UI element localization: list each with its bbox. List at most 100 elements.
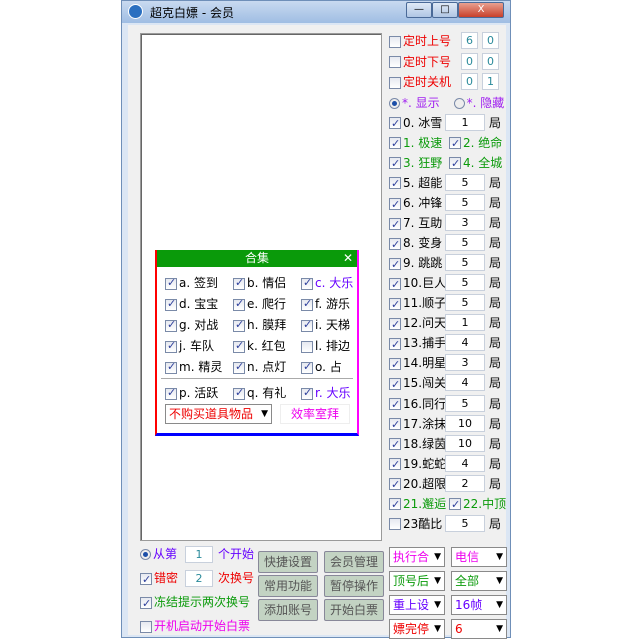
collection-checkbox[interactable] [233, 276, 245, 290]
mode-checkbox[interactable] [389, 396, 401, 414]
rounds-input[interactable]: 2 [445, 474, 485, 492]
collection-checkbox[interactable] [165, 318, 177, 332]
action-button[interactable]: 暂停操作 [324, 575, 384, 597]
option-select[interactable]: 全部 ▼ [451, 571, 507, 591]
mode-checkbox[interactable] [389, 518, 401, 531]
collection-checkbox[interactable] [165, 297, 177, 311]
mode-checkbox[interactable] [389, 456, 401, 474]
action-button[interactable]: 添加账号 [258, 599, 318, 621]
rounds-input[interactable]: 5 [445, 173, 485, 191]
mode-checkbox[interactable] [389, 436, 401, 454]
rounds-input[interactable]: 5 [445, 514, 485, 532]
collection-checkbox[interactable] [301, 318, 313, 332]
mode-checkbox[interactable] [389, 416, 401, 434]
collection-checkbox[interactable] [301, 276, 313, 290]
efficiency-button[interactable]: 效率室拜 [280, 404, 350, 424]
popup-close-icon[interactable]: ✕ [343, 250, 353, 267]
mode-checkbox[interactable] [389, 496, 401, 514]
collection-checkbox[interactable] [301, 360, 313, 374]
action-button[interactable]: 会员管理 [324, 551, 384, 573]
show-radio[interactable] [389, 97, 400, 109]
purchase-select[interactable]: 不购买道具物品 ▼ [165, 404, 272, 424]
collection-checkbox[interactable] [233, 386, 245, 400]
option-input[interactable]: 1 [185, 546, 213, 563]
collection-checkbox[interactable] [165, 339, 177, 353]
collection-item: h. 膜拜 [233, 316, 286, 333]
action-button[interactable]: 快捷设置 [258, 551, 318, 573]
timer-hour-input[interactable]: 0 [461, 52, 478, 70]
collection-checkbox[interactable] [301, 386, 313, 400]
option-select[interactable]: 重上设 ▼ [389, 595, 445, 615]
mode-checkbox[interactable] [389, 175, 401, 193]
option-checkbox[interactable] [140, 620, 152, 633]
timer-minute-input[interactable]: 1 [482, 73, 499, 90]
timer-minute-input[interactable]: 0 [482, 52, 499, 70]
mode-checkbox[interactable] [389, 115, 401, 133]
collection-checkbox[interactable] [233, 339, 245, 353]
timer-checkbox[interactable] [389, 76, 401, 89]
rounds-input[interactable]: 3 [445, 214, 485, 232]
rounds-input[interactable]: 1 [445, 113, 485, 131]
timer-checkbox[interactable] [389, 56, 401, 68]
mode-checkbox[interactable] [449, 135, 461, 153]
minimize-button[interactable]: — [406, 2, 432, 18]
rounds-input[interactable]: 4 [445, 334, 485, 352]
rounds-input[interactable]: 5 [445, 394, 485, 412]
collection-checkbox[interactable] [165, 276, 177, 290]
mode-checkbox[interactable] [389, 236, 401, 254]
collection-checkbox[interactable] [165, 386, 177, 400]
option-checkbox[interactable] [140, 595, 152, 613]
collection-checkbox[interactable] [233, 297, 245, 311]
chevron-down-icon: ▼ [434, 552, 441, 562]
mode-checkbox[interactable] [389, 356, 401, 374]
option-select-value: 重上设 [393, 598, 430, 612]
option-select[interactable]: 执行合 ▼ [389, 547, 445, 567]
option-select[interactable]: 16帧 ▼ [451, 595, 507, 615]
rounds-input[interactable]: 3 [445, 354, 485, 372]
timer-hour-input[interactable]: 6 [461, 32, 478, 49]
maximize-button[interactable]: □ [432, 2, 458, 18]
mode-checkbox[interactable] [389, 316, 401, 334]
rounds-input[interactable]: 10 [445, 414, 485, 432]
collection-checkbox[interactable] [301, 340, 313, 353]
mode-checkbox[interactable] [449, 155, 461, 173]
mode-checkbox[interactable] [389, 155, 401, 173]
mode-checkbox[interactable] [389, 135, 401, 153]
timer-minute-input[interactable]: 0 [482, 32, 499, 49]
action-button[interactable]: 常用功能 [258, 575, 318, 597]
rounds-input[interactable]: 10 [445, 434, 485, 452]
mode-checkbox[interactable] [389, 376, 401, 394]
timer-hour-input[interactable]: 0 [461, 73, 478, 90]
option-select[interactable]: 6 ▼ [451, 619, 507, 639]
mode-checkbox[interactable] [389, 476, 401, 494]
option-select[interactable]: 电信 ▼ [451, 547, 507, 567]
action-button[interactable]: 开始白票 [324, 599, 384, 621]
rounds-input[interactable]: 5 [445, 294, 485, 312]
close-button[interactable]: X [458, 2, 504, 18]
mode-checkbox[interactable] [449, 496, 461, 514]
collection-checkbox[interactable] [233, 360, 245, 374]
rounds-input[interactable]: 4 [445, 454, 485, 472]
hide-radio[interactable] [453, 97, 465, 109]
mode-checkbox[interactable] [389, 256, 401, 274]
mode-checkbox[interactable] [389, 196, 401, 214]
timer-checkbox[interactable] [389, 35, 401, 48]
option-select[interactable]: 顶号后 ▼ [389, 571, 445, 591]
rounds-input[interactable]: 5 [445, 274, 485, 292]
collection-checkbox[interactable] [165, 360, 177, 374]
rounds-input[interactable]: 1 [445, 314, 485, 332]
mode-checkbox[interactable] [389, 296, 401, 314]
rounds-input[interactable]: 5 [445, 234, 485, 252]
rounds-input[interactable]: 4 [445, 374, 485, 392]
mode-checkbox[interactable] [389, 276, 401, 294]
mode-checkbox[interactable] [389, 336, 401, 354]
option-select[interactable]: 嫖完停 ▼ [389, 619, 445, 639]
collection-checkbox[interactable] [233, 318, 245, 332]
option-toggle[interactable] [140, 549, 151, 560]
rounds-input[interactable]: 5 [445, 194, 485, 211]
rounds-input[interactable]: 5 [445, 254, 485, 272]
mode-checkbox[interactable] [389, 216, 401, 234]
option-toggle[interactable] [140, 571, 152, 589]
option-input[interactable]: 2 [185, 570, 213, 587]
collection-checkbox[interactable] [301, 297, 313, 311]
